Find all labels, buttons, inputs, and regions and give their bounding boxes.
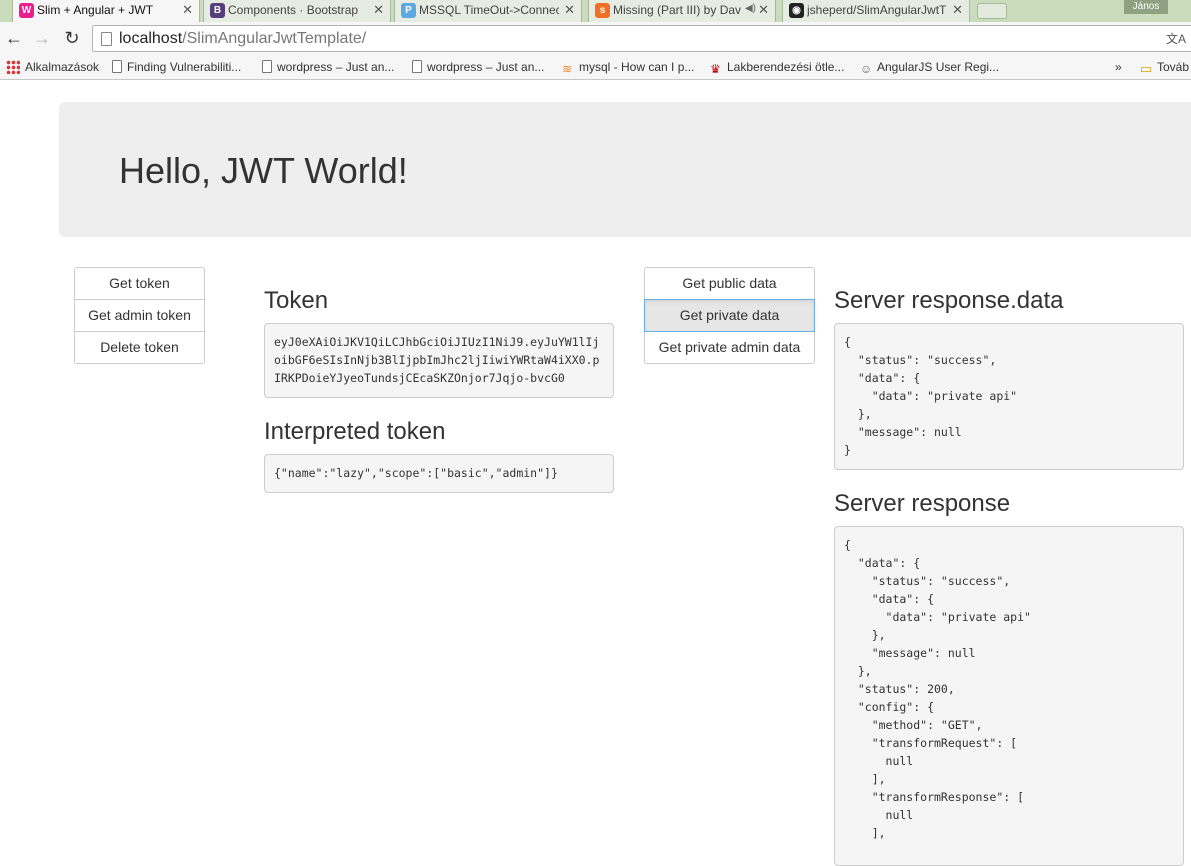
wamp-favicon-icon: W [19,3,34,18]
person-icon: ☺ [860,62,873,76]
tab-strip: W Slim + Angular + JWT ✕ B Components · … [0,0,1191,22]
get-admin-token-button[interactable]: Get admin token [74,299,205,332]
get-private-admin-data-button[interactable]: Get private admin data [644,331,815,364]
apps-icon [6,60,20,74]
tab-slim-angular-jwt[interactable]: W Slim + Angular + JWT ✕ [12,0,200,22]
bookmark-lakberendezesi[interactable]: ♛ Lakberendezési ötle... [710,60,844,76]
address-bar[interactable]: localhost/SlimAngularJwtTemplate/ [92,25,1191,52]
forward-arrow-icon[interactable]: → [31,28,53,49]
close-tab-icon[interactable]: ✕ [564,2,575,18]
tab-soundcloud-missing[interactable]: s Missing (Part III) by Dav ◀) ✕ [588,0,776,22]
server-response-heading: Server response [834,490,1011,517]
new-tab-button[interactable] [977,3,1007,19]
bookmark-finding-vulnerabilities[interactable]: Finding Vulnerabiliti... [112,60,241,74]
get-private-data-button[interactable]: Get private data [644,299,815,332]
bookmarks-bar: Alkalmazások Finding Vulnerabiliti... wo… [0,56,1191,80]
token-heading: Token [264,287,329,314]
bookmark-wordpress-2[interactable]: wordpress – Just an... [412,60,544,74]
back-arrow-icon[interactable]: ← [3,28,25,49]
tab-github-repo[interactable]: ◉ jsheperd/SlimAngularJwtT ✕ [782,0,970,22]
reload-icon[interactable]: ↻ [61,28,83,49]
token-value: eyJ0eXAiOiJKV1QiLCJhbGciOiJIUzI1NiJ9.eyJ… [264,323,614,398]
server-response-data-heading: Server response.data [834,287,1064,314]
tab-title: jsheperd/SlimAngularJwtT [807,3,947,17]
translate-icon[interactable]: 文A [1166,30,1186,47]
crown-icon: ♛ [710,62,721,76]
interpreted-token-value: {"name":"lazy","scope":["basic","admin"]… [264,454,614,493]
bookmarks-overflow-chevron[interactable]: » [1115,60,1122,74]
get-token-button[interactable]: Get token [74,267,205,300]
close-tab-icon[interactable]: ✕ [373,2,384,18]
get-public-data-button[interactable]: Get public data [644,267,815,300]
page-icon [101,32,112,46]
page-icon [412,60,422,73]
delete-token-button[interactable]: Delete token [74,331,205,364]
github-favicon-icon: ◉ [789,3,804,18]
forum-favicon-icon: P [401,3,416,18]
data-button-group: Get public data Get private data Get pri… [644,267,815,364]
tab-title: Missing (Part III) by Dav [613,3,741,17]
bookmark-other-folder[interactable]: ▭ Továb [1140,60,1189,76]
soundcloud-favicon-icon: s [595,3,610,18]
bookmark-wordpress-1[interactable]: wordpress – Just an... [262,60,394,74]
tab-title: Slim + Angular + JWT [37,3,154,17]
bookmark-mysql[interactable]: ≋ mysql - How can I p... [562,60,694,76]
page-title: Hello, JWT World! [119,150,408,191]
interpreted-token-heading: Interpreted token [264,418,446,445]
tab-title: MSSQL TimeOut->Connec [419,3,559,17]
close-tab-icon[interactable]: ✕ [182,2,193,18]
bookmark-angularjs-user-reg[interactable]: ☺ AngularJS User Regi... [860,60,999,76]
server-response-data-json: { "status": "success", "data": { "data":… [834,323,1184,470]
close-tab-icon[interactable]: ✕ [758,2,769,18]
folder-icon: ▭ [1140,61,1153,76]
close-tab-icon[interactable]: ✕ [952,2,963,18]
tab-bootstrap-components[interactable]: B Components · Bootstrap ✕ [203,0,391,22]
tab-mssql-timeout[interactable]: P MSSQL TimeOut->Connec ✕ [394,0,582,22]
token-button-group: Get token Get admin token Delete token [74,267,205,364]
bootstrap-favicon-icon: B [210,3,225,18]
server-response-json: { "data": { "status": "success", "data":… [834,526,1184,866]
jumbotron: Hello, JWT World! [59,102,1191,237]
page-icon [262,60,272,73]
profile-user-badge[interactable]: János [1124,0,1168,14]
page-icon [112,60,122,73]
bookmark-apps[interactable]: Alkalmazások [6,60,99,74]
audio-playing-icon: ◀) [744,3,756,14]
address-text: localhost/SlimAngularJwtTemplate/ [119,30,367,47]
browser-toolbar: ← → ↻ localhost/SlimAngularJwtTemplate/ … [0,22,1191,56]
stackoverflow-icon: ≋ [562,62,573,76]
tab-title: Components · Bootstrap [228,3,359,17]
